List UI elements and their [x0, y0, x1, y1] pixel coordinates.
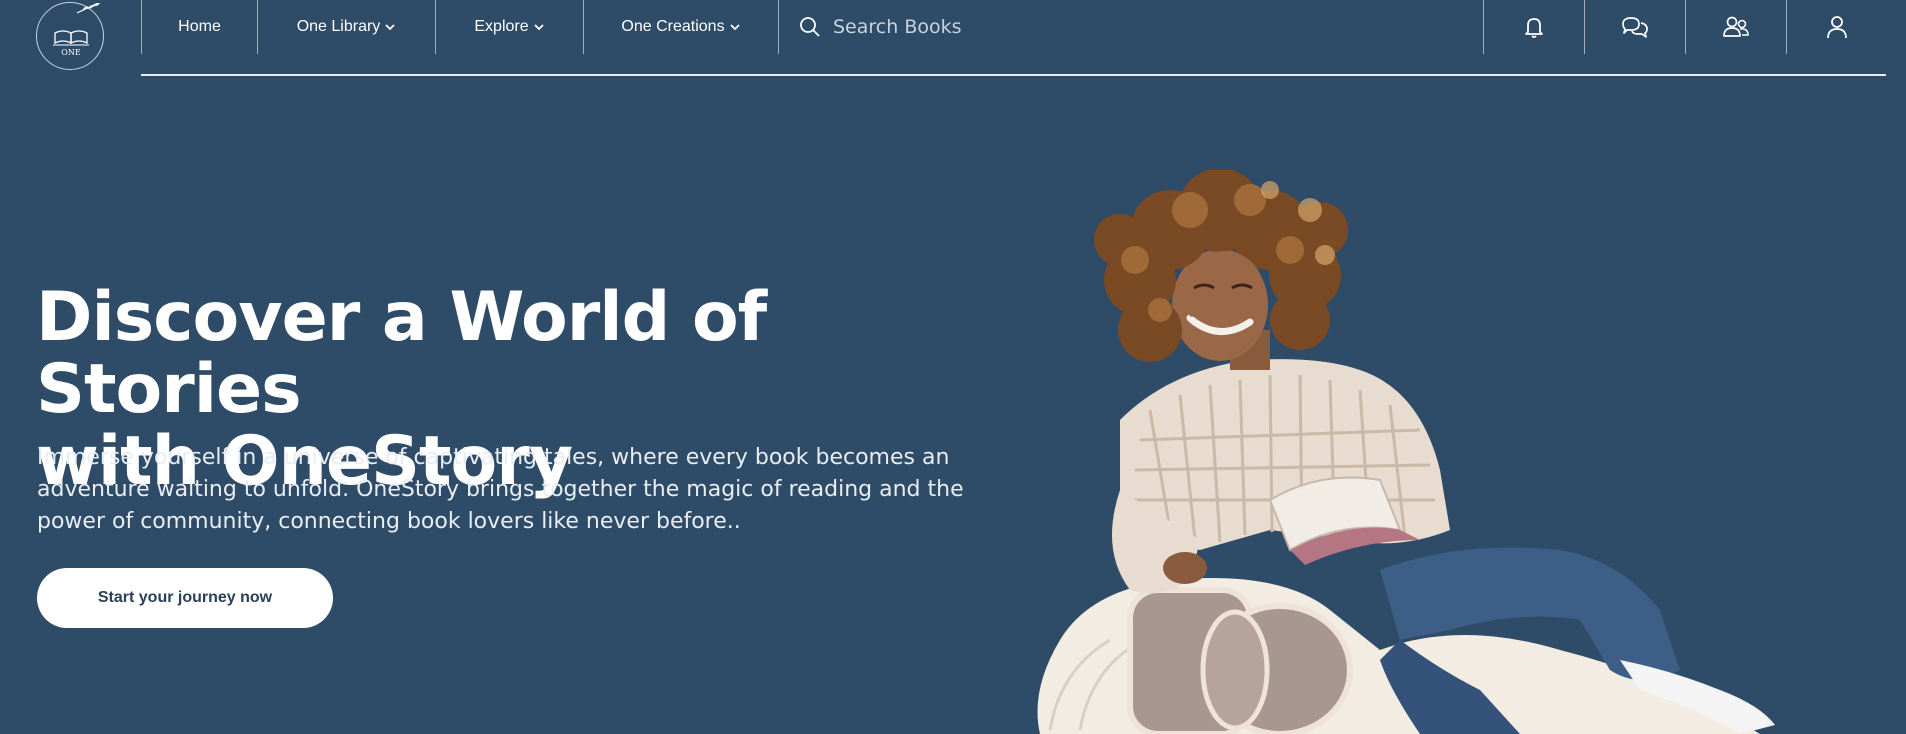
notifications-button[interactable] — [1483, 0, 1584, 54]
main-nav: Home One Library Explore One Creations — [141, 0, 1887, 54]
bell-icon — [1525, 18, 1543, 38]
nav-home-label: Home — [178, 18, 221, 35]
community-button[interactable] — [1685, 0, 1786, 54]
page: ONE Home One Library Explore One Creatio… — [0, 0, 1906, 734]
nav-explore[interactable]: Explore — [435, 0, 583, 54]
logo-text: ONE — [61, 48, 81, 57]
hero-subtitle: Immerse yourself in a universe of captiv… — [37, 445, 964, 534]
profile-button[interactable] — [1786, 0, 1887, 54]
chevron-down-icon — [533, 24, 544, 31]
user-icon — [1827, 16, 1847, 39]
messages-button[interactable] — [1584, 0, 1685, 54]
chevron-down-icon — [385, 24, 395, 31]
nav-one-library-label: One Library — [296, 18, 381, 35]
nav-one-creations[interactable]: One Creations — [583, 0, 778, 54]
nav-explore-label: Explore — [474, 18, 529, 35]
search-input[interactable] — [833, 16, 1433, 38]
nav-home[interactable]: Home — [141, 0, 257, 54]
brand-logo[interactable]: ONE — [36, 2, 104, 70]
hero-reader-image — [1037, 170, 1775, 734]
open-book-icon: ONE — [53, 3, 100, 57]
search-icon[interactable] — [799, 16, 821, 38]
chevron-down-icon — [729, 24, 740, 31]
chat-icon — [1622, 17, 1648, 38]
users-icon — [1723, 16, 1749, 37]
search-bar — [778, 0, 1483, 54]
header-divider — [141, 74, 1886, 76]
start-journey-button[interactable]: Start your journey now — [37, 568, 333, 628]
nav-one-library[interactable]: One Library — [257, 0, 435, 54]
hero-title-line1: Discover a World of Stories — [36, 278, 767, 429]
nav-one-creations-label: One Creations — [621, 18, 725, 35]
